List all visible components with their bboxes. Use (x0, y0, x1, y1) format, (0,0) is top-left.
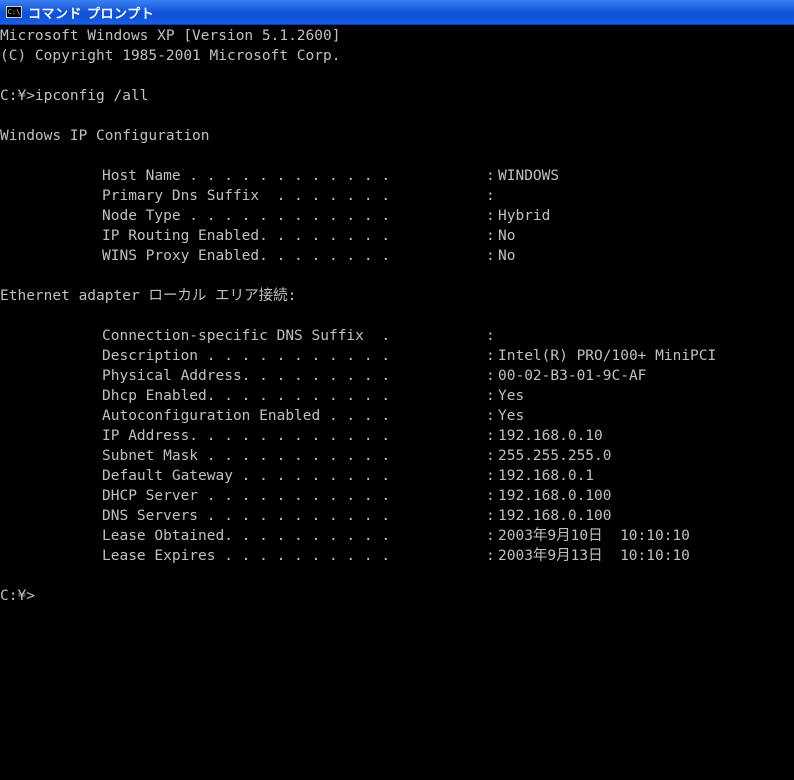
description-label: Description . . . . . . . . . . . (102, 348, 391, 364)
autoconfig-value: Yes (498, 408, 525, 424)
dhcp-enabled-value: Yes (498, 388, 525, 404)
section-heading-ip: Windows IP Configuration (0, 128, 210, 144)
default-gateway-colon: : (486, 468, 495, 484)
lease-expires-value: 2003年9月13日 10:10:10 (498, 548, 690, 564)
physical-address-label: Physical Address. . . . . . . . . (102, 368, 391, 384)
dhcp-server-value: 192.168.0.100 (498, 488, 612, 504)
subnet-mask-label: Subnet Mask . . . . . . . . . . . (102, 448, 391, 464)
lease-obtained-label: Lease Obtained. . . . . . . . . . (102, 528, 391, 544)
dhcp-server-colon: : (486, 488, 495, 504)
dns-servers-colon: : (486, 508, 495, 524)
banner-line: Microsoft Windows XP [Version 5.1.2600] (0, 28, 341, 44)
ip-routing-colon: : (486, 228, 495, 244)
lease-expires-colon: : (486, 548, 495, 564)
copyright-line: (C) Copyright 1985-2001 Microsoft Corp. (0, 48, 341, 64)
physical-address-value: 00-02-B3-01-9C-AF (498, 368, 647, 384)
console-icon-label: C:\ (7, 8, 21, 16)
node-type-value: Hybrid (498, 208, 551, 224)
physical-address-colon: : (486, 368, 495, 384)
host-name-label: Host Name . . . . . . . . . . . . (102, 168, 391, 184)
ip-address-label: IP Address. . . . . . . . . . . . (102, 428, 391, 444)
ip-routing-label: IP Routing Enabled. . . . . . . . (102, 228, 391, 244)
ip-address-colon: : (486, 428, 495, 444)
subnet-mask-colon: : (486, 448, 495, 464)
title-bar[interactable]: C:\ コマンド プロンプト (0, 0, 794, 25)
wins-proxy-colon: : (486, 248, 495, 264)
command-line: C:¥>ipconfig /all (0, 88, 149, 104)
description-value: Intel(R) PRO/100+ MiniPCI (498, 348, 717, 364)
dhcp-server-label: DHCP Server . . . . . . . . . . . (102, 488, 391, 504)
dhcp-enabled-colon: : (486, 388, 495, 404)
host-name-colon: : (486, 168, 495, 184)
console-icon[interactable]: C:\ (6, 6, 22, 18)
lease-expires-label: Lease Expires . . . . . . . . . . (102, 548, 391, 564)
wins-proxy-label: WINS Proxy Enabled. . . . . . . . (102, 248, 391, 264)
dns-suffix-label: Primary Dns Suffix . . . . . . . (102, 188, 391, 204)
command-prompt-window: C:\ コマンド プロンプト Microsoft Windows XP [Ver… (0, 0, 794, 780)
default-gateway-value: 192.168.0.1 (498, 468, 595, 484)
node-type-colon: : (486, 208, 495, 224)
ip-address-value: 192.168.0.10 (498, 428, 603, 444)
command-prompt[interactable]: C:¥> (0, 586, 35, 606)
subnet-mask-value: 255.255.255.0 (498, 448, 612, 464)
conn-dns-suffix-label: Connection-specific DNS Suffix . (102, 328, 391, 344)
dns-suffix-colon: : (486, 188, 495, 204)
dns-servers-label: DNS Servers . . . . . . . . . . . (102, 508, 391, 524)
conn-dns-suffix-colon: : (486, 328, 495, 344)
dhcp-enabled-label: Dhcp Enabled. . . . . . . . . . . (102, 388, 391, 404)
host-name-value: WINDOWS (498, 168, 560, 184)
node-type-label: Node Type . . . . . . . . . . . . (102, 208, 391, 224)
section-heading-adapter: Ethernet adapter ローカル エリア接続: (0, 288, 297, 304)
description-colon: : (486, 348, 495, 364)
lease-obtained-value: 2003年9月10日 10:10:10 (498, 528, 690, 544)
window-title: コマンド プロンプト (28, 6, 155, 22)
autoconfig-label: Autoconfiguration Enabled . . . . (102, 408, 391, 424)
default-gateway-label: Default Gateway . . . . . . . . . (102, 468, 391, 484)
dns-servers-value: 192.168.0.100 (498, 508, 612, 524)
console-output[interactable]: Microsoft Windows XP [Version 5.1.2600] … (0, 26, 794, 780)
wins-proxy-value: No (498, 248, 516, 264)
autoconfig-colon: : (486, 408, 495, 424)
ip-routing-value: No (498, 228, 516, 244)
lease-obtained-colon: : (486, 528, 495, 544)
